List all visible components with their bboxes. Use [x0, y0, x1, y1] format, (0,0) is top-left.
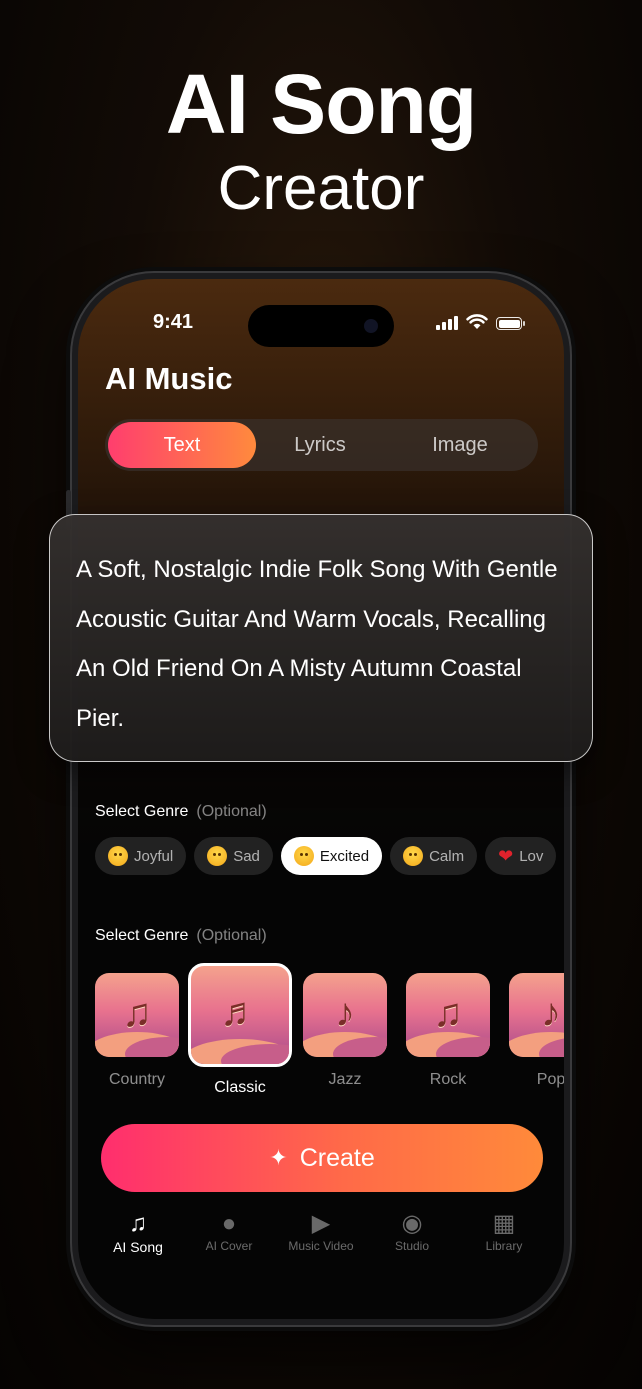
nav-label: Music Video [288, 1239, 354, 1253]
studio-icon: ◉ [401, 1210, 423, 1237]
genre-label: Pop [536, 1071, 564, 1088]
mood-chip-sad[interactable]: Sad [194, 837, 273, 875]
wifi-icon [466, 314, 488, 329]
mood-section-label: Select Genre (Optional) [95, 803, 267, 821]
signal-icon [436, 316, 458, 330]
create-button[interactable]: ✦ Create [101, 1124, 543, 1192]
electric-guitar-icon: ♫ [433, 991, 463, 1035]
mood-chip-label: Joyful [134, 847, 174, 865]
nav-label: Library [485, 1239, 523, 1253]
app-title: AI Music [105, 361, 233, 396]
dynamic-island [248, 305, 394, 347]
mood-section-title: Select Genre [95, 803, 189, 820]
music-note-icon: ♫ [129, 1210, 147, 1237]
mood-chip-label: Lov [519, 847, 544, 865]
sparkle-icon: ✦ [269, 1145, 288, 1170]
genre-thumbnail: ♪ [509, 973, 564, 1057]
tab-text[interactable]: Text [108, 422, 256, 468]
hero-subtitle: Creator [217, 154, 425, 223]
nav-label: AI Song [113, 1239, 163, 1255]
genre-label: Country [108, 1071, 166, 1088]
status-time: 9:41 [153, 311, 194, 333]
genre-thumbnail: ♪ [303, 973, 387, 1057]
create-button-label: Create [299, 1143, 375, 1172]
nav-library[interactable]: ▦ Library [459, 1209, 549, 1253]
saxophone-icon: ♪ [335, 991, 355, 1035]
cry-emoji-icon [207, 846, 228, 866]
mood-chip-label: Excited [319, 847, 370, 865]
genre-label: Rock [429, 1071, 467, 1088]
microphone-icon: ♪ [541, 991, 561, 1035]
mood-chip-excited[interactable]: Excited [280, 837, 383, 875]
mood-section-optional: (Optional) [196, 803, 267, 820]
mood-chip-label: Calm [429, 847, 465, 865]
genre-section-label: Select Genre (Optional) [95, 927, 267, 945]
piano-icon: ♬ [220, 990, 260, 1034]
mood-chip-label: Sad [233, 847, 260, 865]
grin-emoji-icon [108, 846, 128, 866]
genre-rock[interactable]: ♫ Rock [406, 973, 490, 1089]
mood-chip-joyful[interactable]: Joyful [95, 837, 187, 875]
genre-section-title: Select Genre [95, 927, 189, 944]
tab-image[interactable]: Image [395, 419, 525, 471]
battery-icon [496, 317, 525, 330]
prompt-text-card[interactable]: A Soft, Nostalgic Indie Folk Song With G… [49, 514, 593, 762]
heart-icon: ❤ [498, 845, 514, 866]
genre-thumbnail: ♫ [406, 973, 490, 1057]
genre-country[interactable]: ♫ Country [95, 973, 179, 1089]
calm-emoji-icon [403, 846, 424, 866]
guitar-icon: ♫ [122, 991, 152, 1035]
microphone-icon: ● [221, 1210, 237, 1237]
nav-label: Studio [394, 1239, 430, 1253]
nav-studio[interactable]: ◉ Studio [367, 1209, 457, 1253]
status-icons [436, 314, 525, 330]
phone-screen: 9:41 AI Music Text Lyrics Image Select G… [78, 279, 564, 1319]
genre-list: ♫ Country ♬ Classic ♪ Jazz ♫ Rock ♪ Pop [95, 959, 564, 1109]
genre-pop[interactable]: ♪ Pop [509, 973, 564, 1089]
genre-thumbnail: ♬ [188, 963, 292, 1067]
genre-label: Jazz [328, 1071, 362, 1088]
phone-frame: 9:41 AI Music Text Lyrics Image Select G… [66, 273, 570, 1325]
genre-label: Classic [214, 1079, 266, 1096]
genre-jazz[interactable]: ♪ Jazz [303, 973, 387, 1089]
mood-chip-calm[interactable]: Calm [390, 837, 478, 875]
hero-title: AI Song [165, 57, 477, 151]
mood-chips: Joyful Sad Excited Calm ❤ Lov [95, 837, 564, 877]
genre-section-optional: (Optional) [196, 927, 267, 944]
mode-segmented-control: Text Lyrics Image [105, 419, 538, 471]
library-icon: ▦ [492, 1210, 516, 1237]
video-icon: ▶ [311, 1210, 331, 1237]
bottom-nav: ♫ AI Song ● AI Cover ▶ Music Video ◉ Stu… [78, 1209, 564, 1289]
tab-lyrics[interactable]: Lyrics [255, 419, 385, 471]
excited-emoji-icon [293, 846, 314, 866]
genre-thumbnail: ♫ [95, 973, 179, 1057]
nav-ai-cover[interactable]: ● AI Cover [184, 1209, 274, 1253]
nav-music-video[interactable]: ▶ Music Video [276, 1209, 366, 1253]
genre-classic[interactable]: ♬ Classic [188, 963, 292, 1097]
mood-chip-love[interactable]: ❤ Lov [485, 837, 557, 875]
nav-ai-song[interactable]: ♫ AI Song [93, 1209, 183, 1255]
nav-label: AI Cover [205, 1239, 253, 1253]
